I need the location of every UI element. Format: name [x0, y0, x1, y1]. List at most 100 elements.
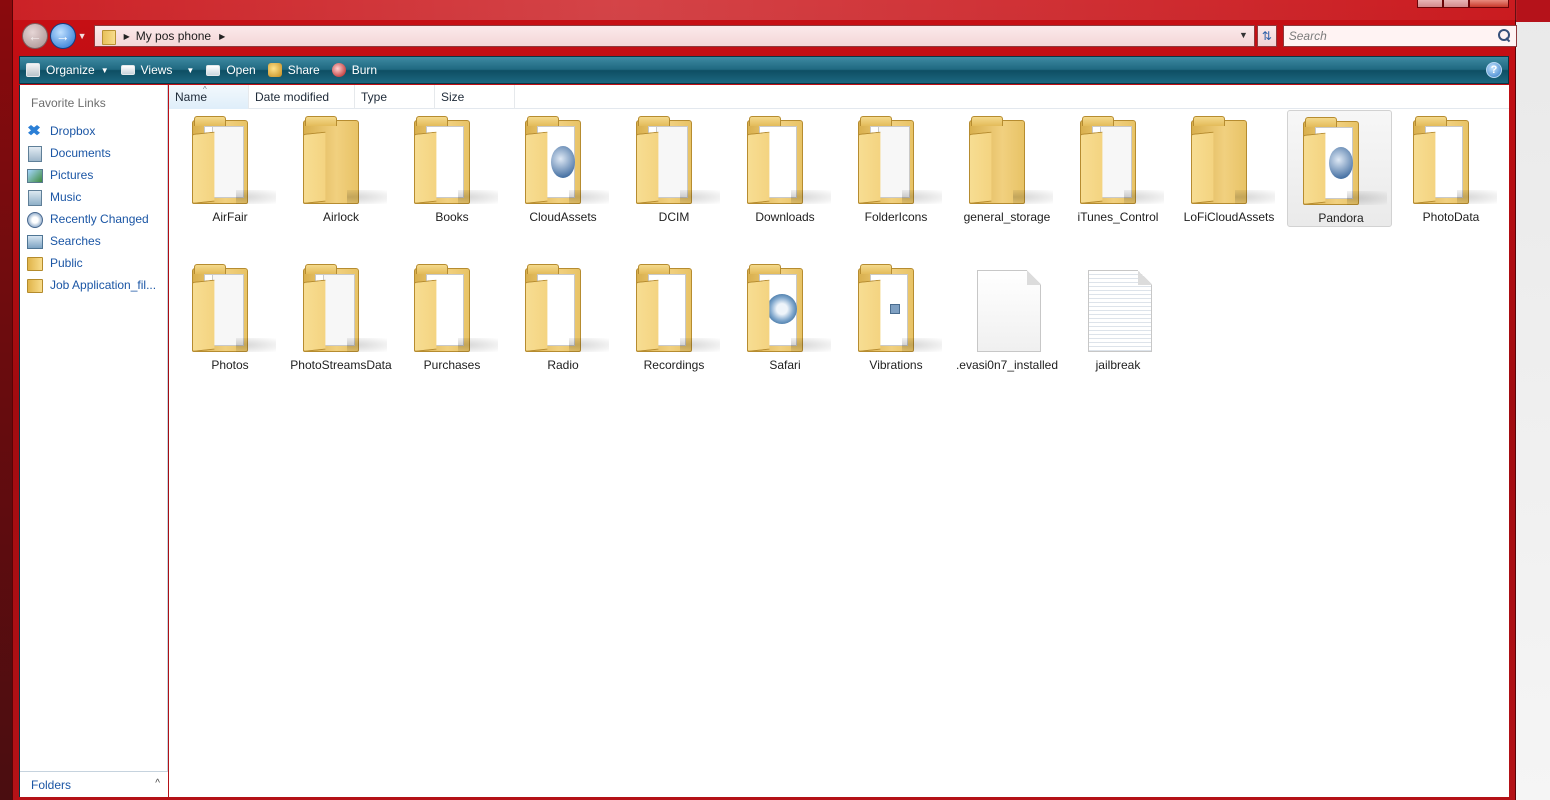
file-item[interactable]: AirFair — [177, 110, 282, 227]
file-item-label: Radio — [547, 358, 579, 372]
chevron-down-icon: ▼ — [186, 65, 195, 75]
burn-icon — [331, 63, 346, 77]
views-button[interactable]: Views ▼ — [115, 59, 201, 81]
file-item[interactable]: jailbreak — [1065, 258, 1170, 375]
file-item[interactable]: Radio — [510, 258, 615, 375]
file-item-label: Safari — [769, 358, 801, 372]
chevron-down-icon: ▼ — [100, 65, 109, 75]
folder-icon — [1411, 116, 1497, 206]
folder-icon — [1078, 116, 1164, 206]
file-item[interactable]: .evasi0n7_installed — [954, 258, 1059, 375]
recent-pages-dropdown[interactable]: ▼ — [78, 31, 90, 41]
open-button[interactable]: Open — [200, 59, 261, 81]
address-bar[interactable]: ▶ My pos phone ▶ ▼ — [93, 25, 1255, 47]
search-box[interactable] — [1282, 25, 1518, 47]
burn-button[interactable]: Burn — [326, 59, 383, 81]
views-label: Views — [140, 63, 173, 77]
nav-item-label: Dropbox — [50, 124, 96, 138]
file-item[interactable]: Vibrations — [843, 258, 948, 375]
nav-item-label: Pictures — [50, 168, 94, 182]
file-item[interactable]: Photos — [177, 258, 282, 375]
folders-toggle[interactable]: Folders ^ — [20, 771, 168, 797]
help-button[interactable]: ? — [1486, 62, 1502, 78]
nav-item-music[interactable]: Music — [26, 186, 168, 208]
back-button[interactable]: ← — [22, 23, 48, 49]
nav-item-recently-changed[interactable]: Recently Changed — [26, 208, 168, 230]
organize-icon — [26, 63, 40, 77]
file-item-label: LoFiCloudAssets — [1183, 210, 1275, 224]
file-item[interactable]: Purchases — [399, 258, 504, 375]
column-header-type[interactable]: Type — [355, 85, 435, 109]
file-item[interactable]: CloudAssets — [510, 110, 615, 227]
file-item-label: Books — [435, 210, 469, 224]
nav-item-label: Recently Changed — [50, 212, 149, 226]
desktop-background-right — [1516, 0, 1550, 800]
refresh-button[interactable]: ⇅ — [1256, 25, 1277, 47]
share-icon — [267, 63, 282, 77]
nav-item-searches[interactable]: Searches — [26, 230, 168, 252]
breadcrumb-separator-icon[interactable]: ▶ — [124, 32, 130, 41]
file-item[interactable]: Books — [399, 110, 504, 227]
column-label: Date modified — [255, 90, 330, 104]
file-item[interactable]: LoFiCloudAssets — [1176, 110, 1281, 227]
file-item[interactable]: Recordings — [621, 258, 726, 375]
nav-item-documents[interactable]: Documents — [26, 142, 168, 164]
favorite-links-heading: Favorite Links — [31, 96, 106, 110]
explorer-window: ← → ▼ ▶ My pos phone ▶ ▼ ⇅ Organize ▼ Vi… — [12, 0, 1518, 800]
recent-icon — [26, 212, 43, 228]
file-item-label: .evasi0n7_installed — [955, 358, 1059, 372]
nav-item-pictures[interactable]: Pictures — [26, 164, 168, 186]
column-label: Type — [361, 90, 388, 104]
file-corner-icon — [1138, 270, 1152, 285]
column-header-name[interactable]: Name ^ — [169, 85, 249, 109]
column-header-date-modified[interactable]: Date modified — [249, 85, 355, 109]
search-input[interactable] — [1288, 29, 1489, 43]
nav-item-dropbox[interactable]: Dropbox — [26, 120, 168, 142]
minimize-button[interactable] — [1417, 0, 1443, 8]
pictures-icon — [26, 168, 43, 183]
open-label: Open — [226, 63, 256, 77]
forward-button[interactable]: → — [49, 23, 76, 49]
file-item[interactable]: DCIM — [621, 110, 726, 227]
file-item[interactable]: Downloads — [732, 110, 837, 227]
address-dropdown-icon[interactable]: ▼ — [1239, 30, 1248, 40]
folder-icon — [745, 264, 831, 354]
file-item-label: DCIM — [658, 210, 690, 224]
nav-item-label: Public — [50, 256, 83, 270]
organize-button[interactable]: Organize ▼ — [20, 59, 115, 81]
column-header-size[interactable]: Size — [435, 85, 515, 109]
folder-icon — [523, 264, 609, 354]
open-icon — [206, 64, 221, 76]
share-button[interactable]: Share — [262, 59, 326, 81]
file-item-label: general_storage — [963, 210, 1051, 224]
file-item[interactable]: iTunes_Control — [1065, 110, 1170, 227]
nav-item-label: Documents — [50, 146, 111, 160]
dropbox-icon — [26, 124, 42, 138]
sort-ascending-icon: ^ — [203, 85, 207, 94]
maximize-button[interactable] — [1443, 0, 1469, 8]
searches-icon — [26, 234, 43, 249]
organize-label: Organize — [46, 63, 95, 77]
nav-item-public[interactable]: Public — [26, 252, 168, 274]
nav-item-job-application[interactable]: Job Application_fil... — [26, 274, 168, 296]
folder-icon — [523, 116, 609, 206]
file-item-label: PhotoStreamsData — [290, 358, 392, 372]
file-item[interactable]: Pandora — [1287, 110, 1392, 227]
folder-icon — [190, 116, 276, 206]
file-item[interactable]: Safari — [732, 258, 837, 375]
back-arrow-icon: ← — [27, 28, 42, 44]
breadcrumb-my-pos-phone[interactable]: My pos phone — [136, 29, 211, 43]
file-item[interactable]: Airlock — [288, 110, 393, 227]
file-item[interactable]: general_storage — [954, 110, 1059, 227]
file-item[interactable]: PhotoData — [1398, 110, 1503, 227]
folder-icon — [301, 116, 387, 206]
file-item[interactable]: FolderIcons — [843, 110, 948, 227]
close-button[interactable] — [1469, 0, 1509, 8]
file-item[interactable]: PhotoStreamsData — [288, 258, 393, 375]
file-item-label: AirFair — [212, 210, 248, 224]
folder-icon — [26, 256, 43, 271]
folder-icon — [634, 116, 720, 206]
breadcrumb-separator-icon[interactable]: ▶ — [219, 32, 225, 41]
nav-item-label: Music — [50, 190, 82, 204]
search-icon[interactable] — [1498, 29, 1511, 41]
